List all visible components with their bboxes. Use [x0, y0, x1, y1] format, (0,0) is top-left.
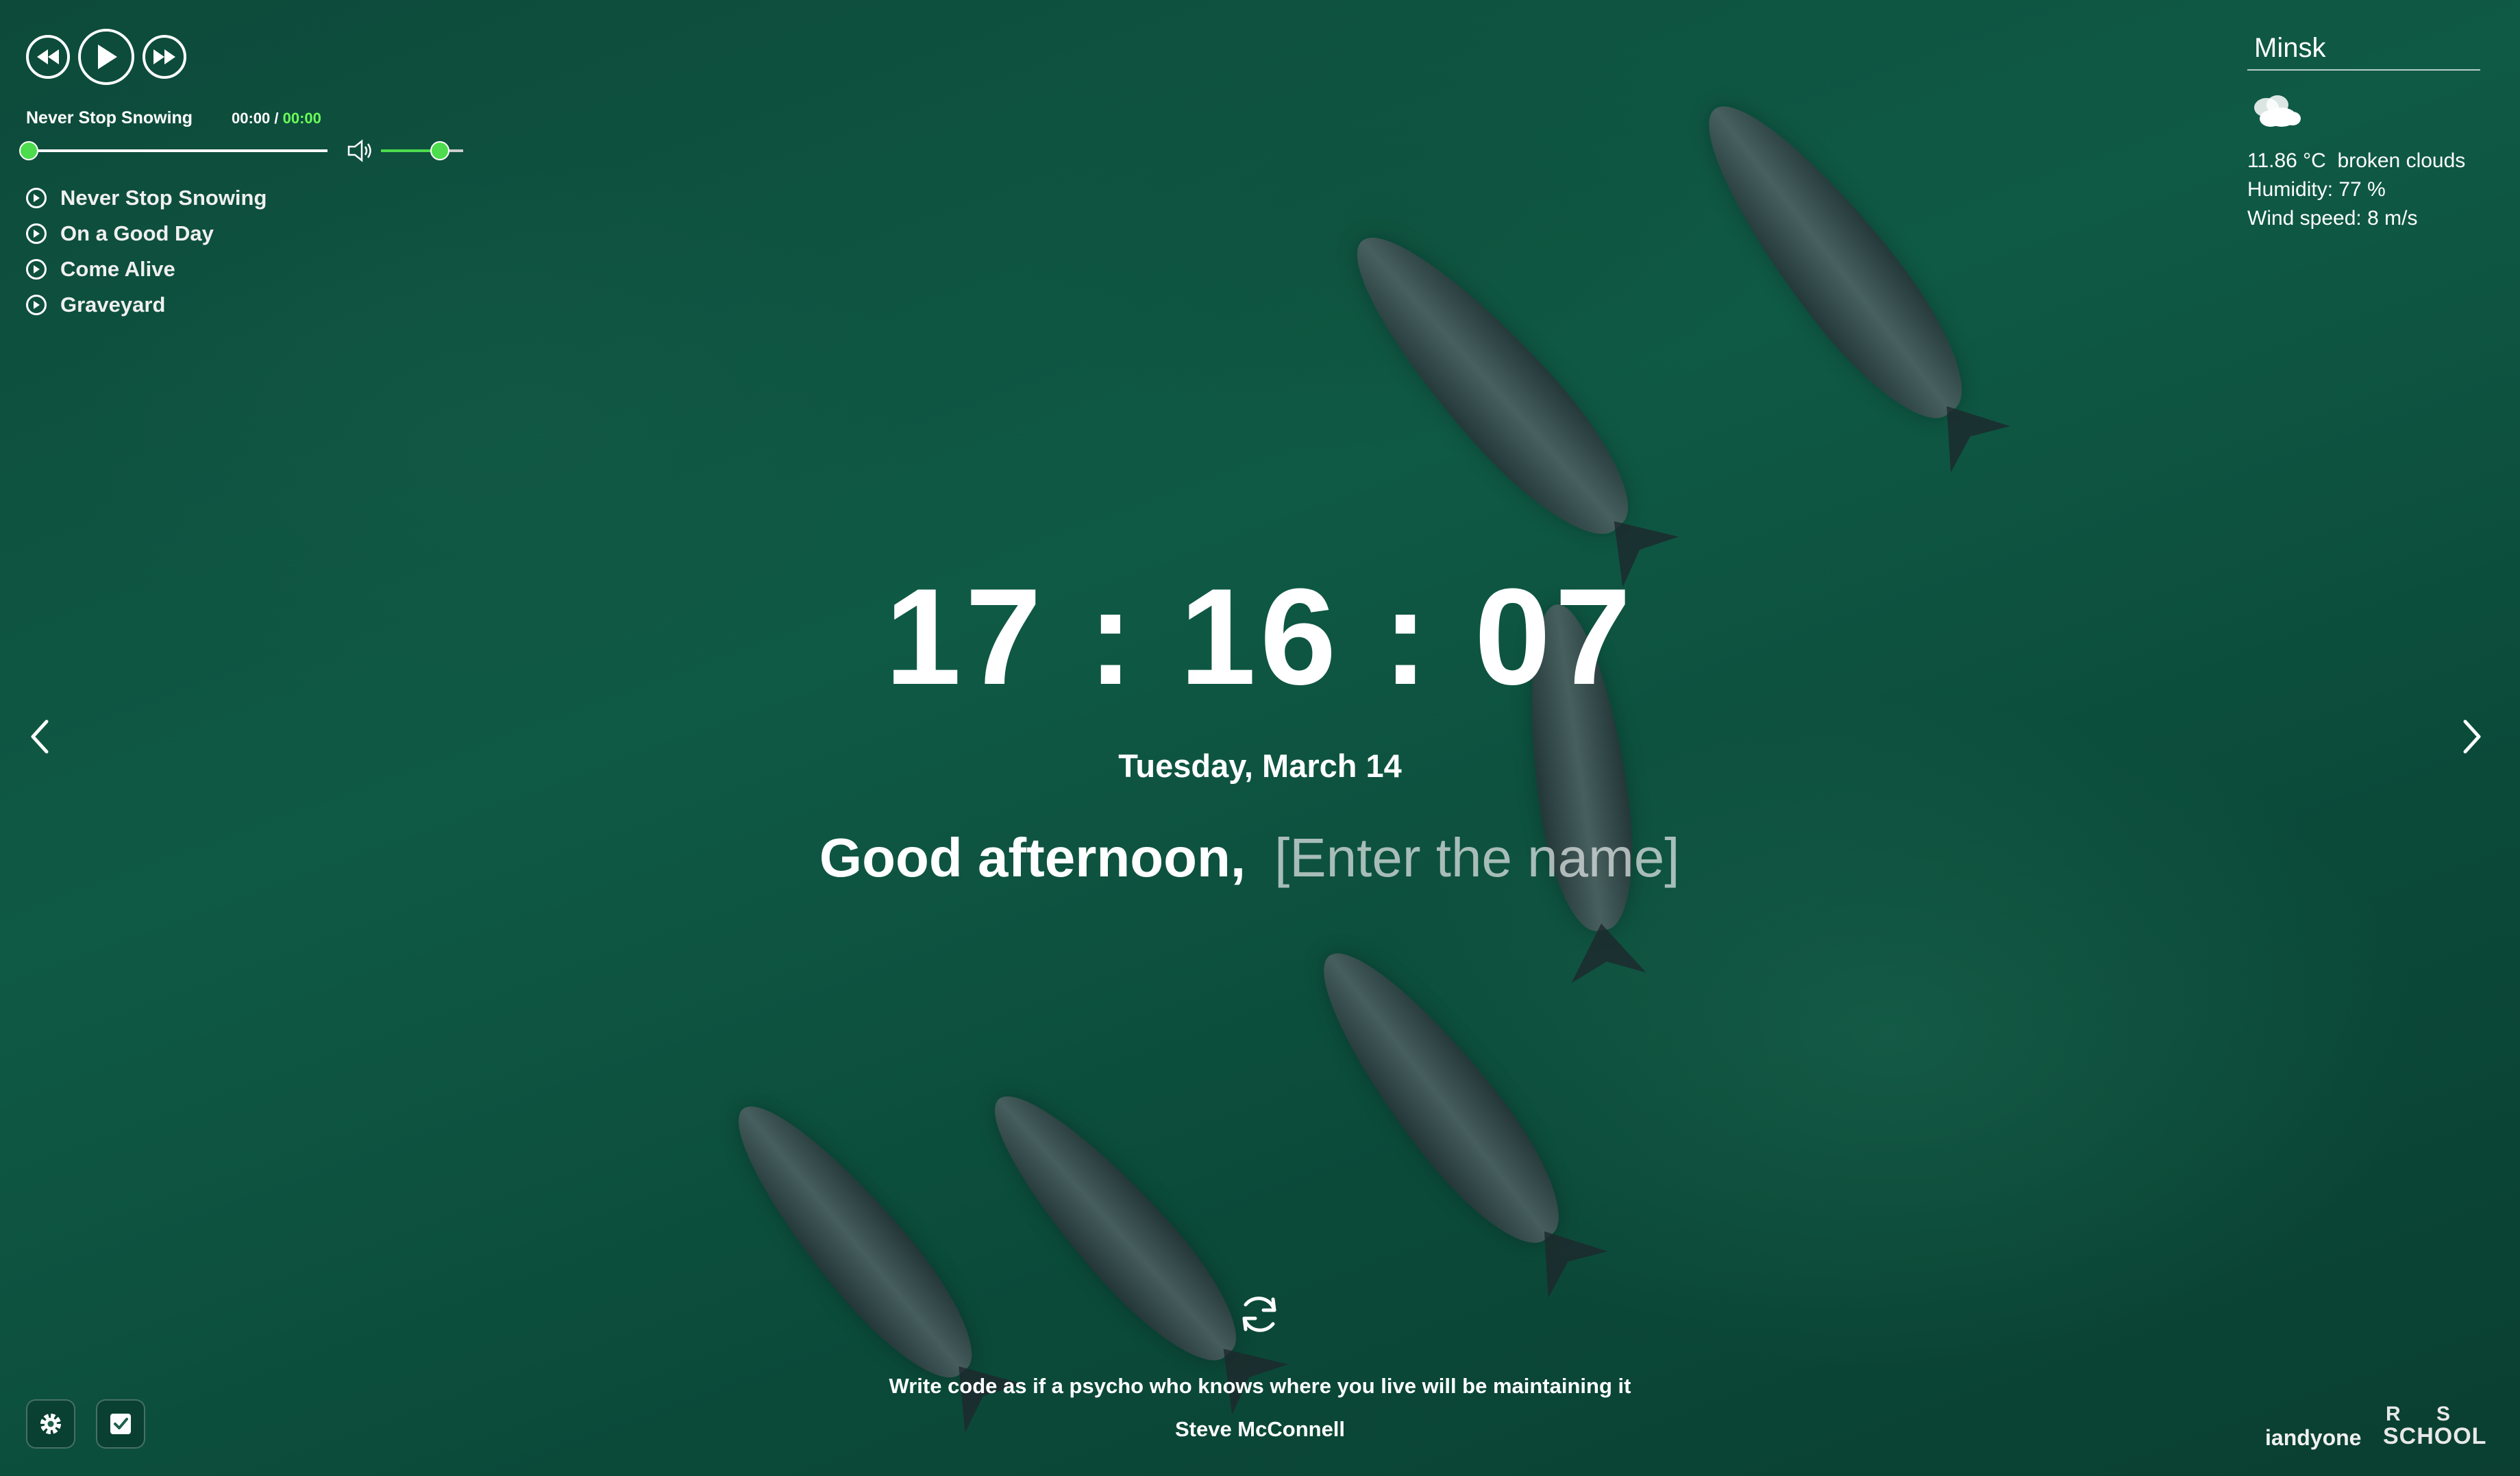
- play-item-icon: [26, 259, 47, 280]
- settings-button[interactable]: [26, 1399, 75, 1449]
- playlist-item[interactable]: Come Alive: [26, 251, 465, 287]
- prev-track-button[interactable]: [26, 35, 70, 79]
- volume-slider[interactable]: [381, 141, 463, 160]
- playlist-item-title: Come Alive: [60, 257, 175, 281]
- weather-temperature: 11.86 °C broken clouds: [2247, 149, 2466, 172]
- name-input[interactable]: [1273, 826, 1701, 890]
- player-controls: [26, 29, 465, 85]
- playlist-item[interactable]: On a Good Day: [26, 216, 465, 251]
- todo-button[interactable]: [96, 1399, 145, 1449]
- volume-icon[interactable]: [347, 139, 374, 162]
- background-dolphin: [1323, 206, 1657, 561]
- clock-time: 17 : 16 : 07: [885, 561, 1635, 713]
- time-current: 00:00: [232, 109, 271, 127]
- background-dolphin: [1291, 926, 1587, 1266]
- rs-school-logo[interactable]: R S SCHOOL: [2383, 1401, 2493, 1449]
- greeting-row: Good afternoon,: [0, 826, 2520, 890]
- city-input[interactable]: [2247, 27, 2480, 71]
- rewind-icon: [37, 49, 59, 64]
- weather-wind: Wind speed: 8 m/s: [2247, 207, 2418, 230]
- svg-text:S: S: [2436, 1403, 2450, 1425]
- github-author-link[interactable]: iandyone: [2265, 1425, 2361, 1451]
- weather-humidity: Humidity: 77 %: [2247, 178, 2386, 201]
- play-icon: [98, 45, 117, 69]
- background-dolphin: [708, 1080, 998, 1401]
- playlist-item-title: Never Stop Snowing: [60, 186, 267, 210]
- gear-icon: [40, 1414, 61, 1434]
- progress-bar[interactable]: [19, 141, 328, 160]
- time-separator: /: [270, 109, 283, 127]
- quote-author: Steve McConnell: [1174, 1417, 1346, 1441]
- background-dolphin: [965, 1069, 1261, 1384]
- player-bars: [19, 139, 465, 162]
- date-label: Tuesday, March 14: [1118, 748, 1402, 784]
- play-button[interactable]: [78, 29, 134, 85]
- next-track-button[interactable]: [143, 35, 186, 79]
- now-playing: Never Stop Snowing 00:00 / 00:00: [26, 108, 465, 128]
- progress-handle[interactable]: [19, 141, 38, 160]
- play-item-icon: [26, 295, 47, 315]
- play-item-icon: [26, 223, 47, 244]
- playlist-item-title: Graveyard: [60, 293, 166, 317]
- playlist-item-title: On a Good Day: [60, 221, 214, 245]
- svg-text:R: R: [2386, 1403, 2401, 1425]
- playlist-item[interactable]: Graveyard: [26, 287, 465, 323]
- fast-forward-icon: [153, 49, 175, 64]
- volume-handle[interactable]: [430, 141, 449, 160]
- volume-rest: [449, 149, 463, 152]
- track-time: 00:00 / 00:00: [232, 110, 321, 127]
- quote-text: Write code as if a psycho who knows wher…: [889, 1374, 1631, 1398]
- greeting-text: Good afternoon,: [819, 827, 1246, 888]
- current-track-title: Never Stop Snowing: [26, 108, 193, 127]
- play-item-icon: [26, 188, 47, 208]
- playlist-item[interactable]: Never Stop Snowing: [26, 180, 465, 216]
- refresh-quote-icon[interactable]: [1235, 1290, 1284, 1339]
- background-dolphin: [1674, 77, 1992, 443]
- checkbox-icon: [110, 1414, 131, 1434]
- audio-player: Never Stop Snowing 00:00 / 00:00 Never S…: [19, 29, 465, 323]
- broken-clouds-icon: [2254, 95, 2301, 127]
- svg-text:SCHOOL: SCHOOL: [2383, 1423, 2486, 1449]
- playlist: Never Stop Snowing On a Good Day Come Al…: [26, 180, 465, 323]
- time-total: 00:00: [282, 109, 321, 127]
- weather-widget: 11.86 °C broken clouds Humidity: 77 % Wi…: [2247, 27, 2480, 233]
